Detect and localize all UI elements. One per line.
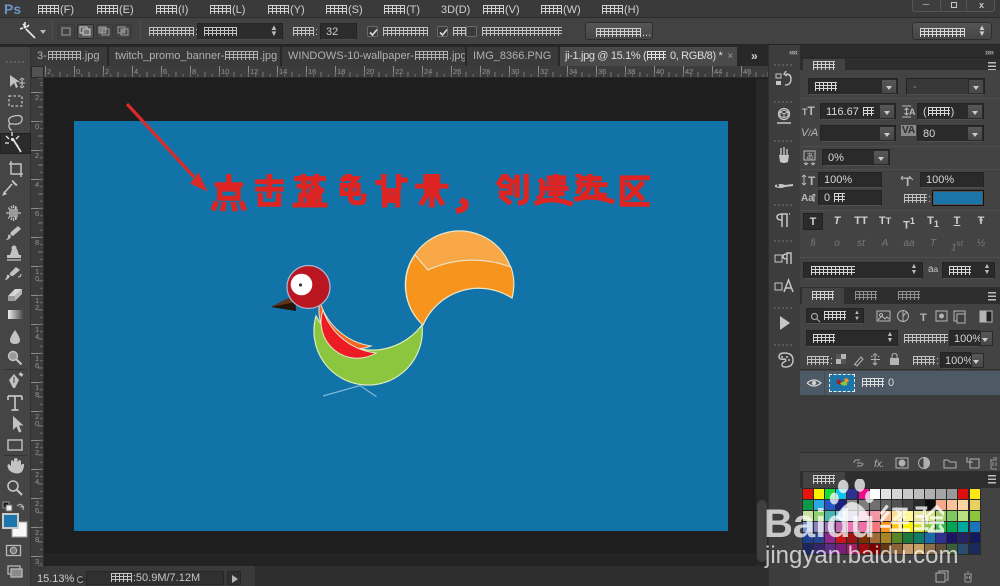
- svg-text:fx.: fx.: [874, 459, 885, 470]
- svg-text:T: T: [920, 312, 927, 324]
- svg-text:A: A: [909, 107, 916, 117]
- svg-text:T: T: [904, 175, 912, 187]
- svg-text:あ: あ: [806, 152, 814, 161]
- svg-text:T: T: [808, 174, 816, 187]
- svg-text:Aa: Aa: [801, 193, 814, 204]
